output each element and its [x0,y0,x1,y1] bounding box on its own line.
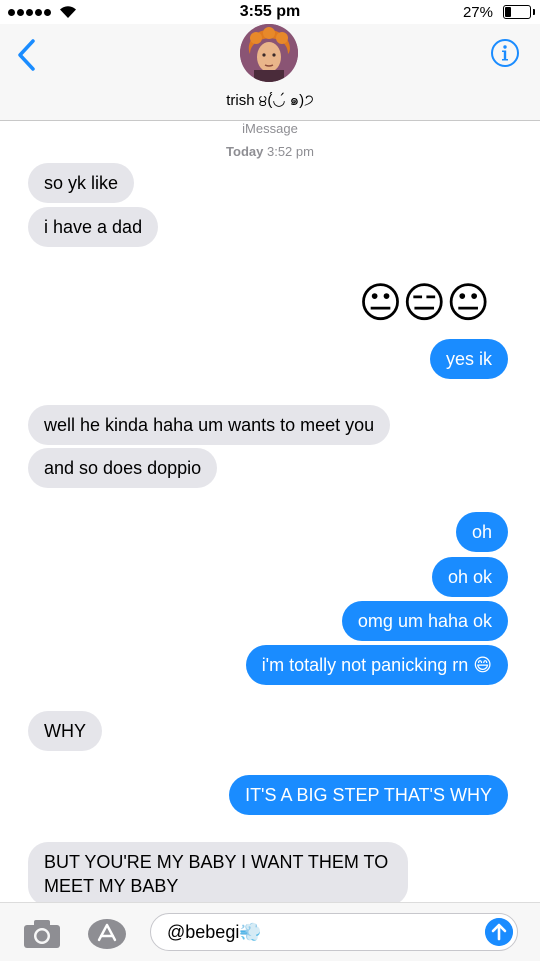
message-bubble-incoming[interactable]: and so does doppio [28,448,218,488]
message-bubble-outgoing[interactable]: i'm totally not panicking rn 😄 [245,645,508,685]
thread-timestamp: Today 3:52 pm [0,144,540,159]
message-bubble-outgoing[interactable]: IT'S A BIG STEP THAT'S WHY [229,775,508,815]
message-bubble-incoming[interactable]: BUT YOU'RE MY BABY I WANT THEM TO MEET M… [28,842,408,906]
message-bubble-incoming[interactable]: well he kinda haha um wants to meet you [28,405,391,445]
chevron-left-icon[interactable] [14,38,42,72]
timestamp-time: 3:52 pm [266,144,314,159]
message-bubble-incoming[interactable]: i have a dad [28,207,159,247]
message-bubble-incoming[interactable]: so yk like [28,163,135,203]
arrow-up-icon[interactable] [485,918,513,946]
battery-icon [503,5,535,19]
message-bubble-outgoing[interactable]: oh [455,512,508,552]
status-bar: 3:55 pm 27% [0,0,540,24]
conversation-header: trish ੪(́◡́ ๑)੭ [0,24,540,121]
clock: 3:55 pm [239,3,301,20]
app-store-icon[interactable] [87,918,127,950]
battery-percentage: 27% [462,4,493,21]
message-bubble-outgoing[interactable]: omg um haha ok [341,601,508,641]
timestamp-day: Today [226,144,264,159]
contact-name[interactable]: trish ੪(́◡́ ๑)੭ [0,88,540,112]
info-icon[interactable] [490,38,520,68]
emoji-message[interactable]: 😐😑😐 [359,279,490,327]
contact-avatar[interactable] [240,24,298,82]
composer-bar: @bebegi💨 [0,902,540,961]
message-input-value: @bebegi💨 [167,922,262,942]
message-bubble-outgoing[interactable]: oh ok [431,557,508,597]
service-label: iMessage [242,121,298,136]
message-bubble-outgoing[interactable]: yes ik [429,339,508,379]
message-input[interactable]: @bebegi💨 [150,913,518,951]
camera-icon[interactable] [23,919,61,949]
message-bubble-incoming[interactable]: WHY [28,711,102,751]
